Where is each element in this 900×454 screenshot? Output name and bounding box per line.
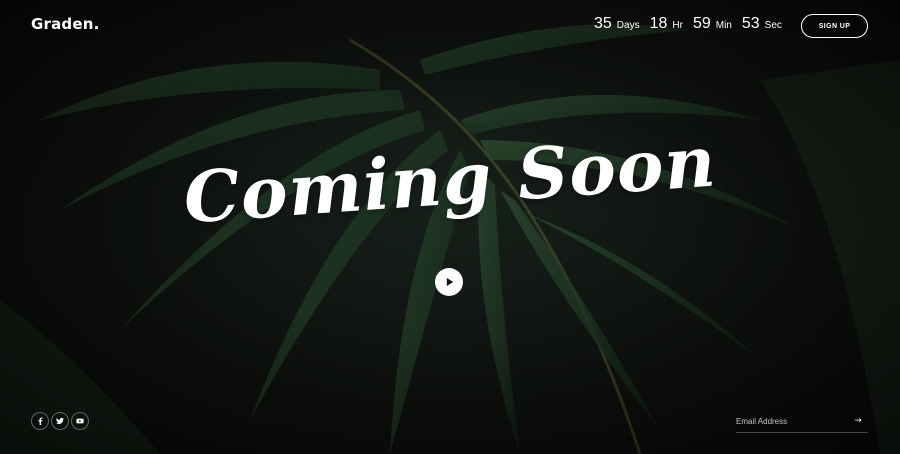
countdown-seconds-value: 53	[741, 15, 760, 32]
facebook-link[interactable]	[31, 412, 49, 430]
play-video-button[interactable]	[435, 268, 463, 296]
countdown-seconds-label: Sec	[764, 20, 782, 31]
countdown-days-label: Days	[616, 20, 640, 31]
facebook-icon	[38, 417, 43, 425]
youtube-link[interactable]	[71, 412, 89, 430]
top-bar: Graden. 35 Days 18 Hr 59 Min 53 Sec SIGN…	[0, 0, 900, 52]
email-submit-button[interactable]: →	[848, 411, 868, 431]
countdown-minutes: 59 Min	[693, 15, 732, 33]
email-input[interactable]	[736, 411, 848, 431]
countdown-hours-label: Hr	[672, 20, 683, 31]
social-links	[31, 412, 91, 430]
countdown-days-value: 35	[594, 15, 612, 32]
site-logo[interactable]: Graden.	[31, 15, 100, 33]
countdown-hours: 18 Hr	[650, 15, 683, 33]
countdown-seconds: 53 Sec	[742, 15, 782, 33]
youtube-icon	[76, 418, 84, 424]
twitter-icon	[56, 417, 64, 425]
twitter-link[interactable]	[51, 412, 69, 430]
play-icon	[446, 278, 453, 286]
countdown-hours-value: 18	[649, 15, 668, 32]
countdown-days: 35 Days	[594, 15, 640, 33]
countdown-minutes-value: 59	[692, 15, 711, 32]
signup-button[interactable]: SIGN UP	[801, 14, 868, 38]
countdown-timer: 35 Days 18 Hr 59 Min 53 Sec	[594, 15, 792, 33]
countdown-minutes-label: Min	[715, 20, 732, 31]
newsletter-form: →	[736, 411, 868, 433]
